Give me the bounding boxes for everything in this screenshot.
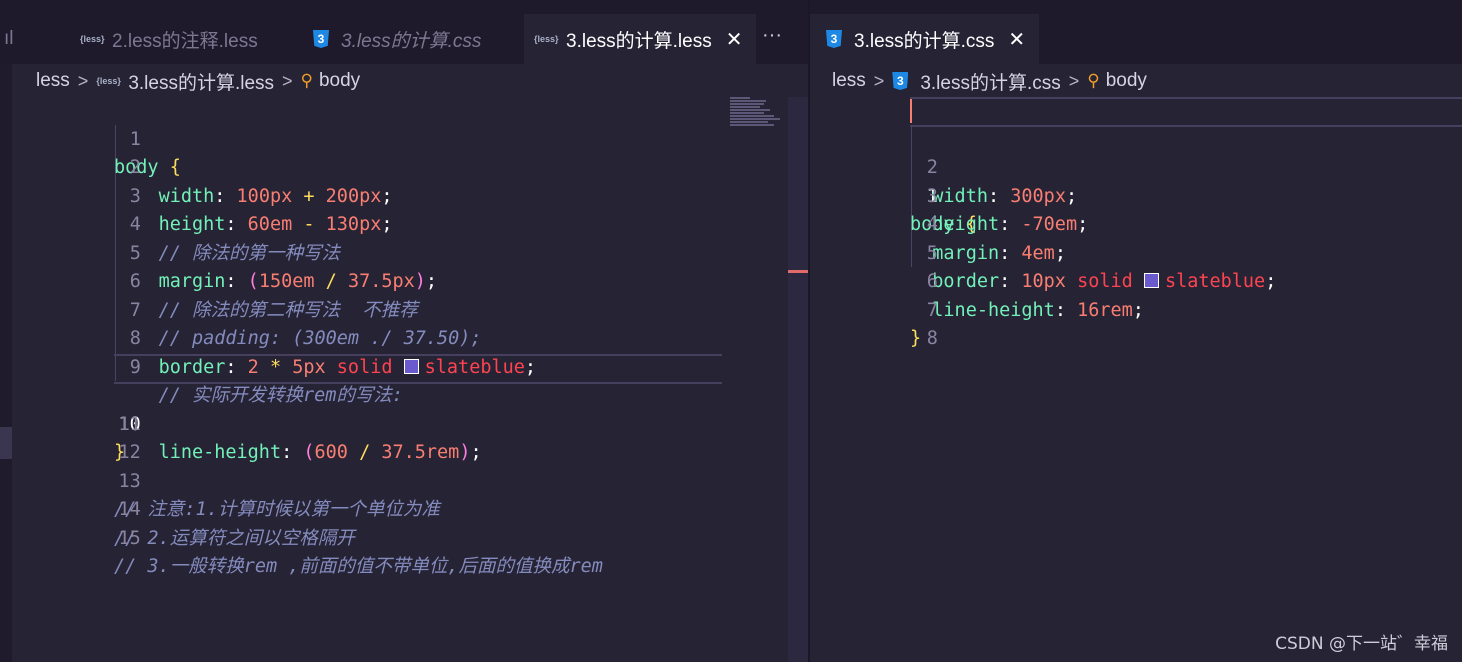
line-number: 8: [926, 328, 938, 349]
less-file-icon: {less}: [80, 34, 105, 44]
code-line-current: 10 line-height: (600 / 37.5rem);: [0, 353, 808, 463]
tab-3-less-calc-css-active[interactable]: 3 3.less的计算.css ✕: [810, 14, 1040, 64]
more-actions-icon[interactable]: ···: [762, 24, 782, 47]
less-file-icon: {less}: [534, 34, 559, 44]
chevron-right-icon: >: [77, 70, 89, 91]
code-editor-left[interactable]: 1 body { 2 width: 100px + 200px; 3 heigh…: [0, 97, 808, 578]
code-line: 9 // 实际开发转换rem的写法:: [0, 325, 808, 407]
right-tab-bar: 3 3.less的计算.css ✕: [810, 0, 1462, 64]
code-line: 8 border: 2 * 5px solid slateblue;: [0, 297, 808, 378]
current-line-highlight: [114, 353, 722, 384]
chevron-right-icon: >: [282, 70, 293, 91]
line-number: 15: [118, 527, 141, 549]
code-line: 4 // 除法的第一种写法: [0, 183, 808, 264]
breadcrumb-symbol[interactable]: body: [1106, 70, 1147, 92]
code-line: 14 // 2.运算符之间以空格隔开: [0, 468, 808, 549]
minimap[interactable]: [730, 97, 786, 133]
tab-3-less-calc-css[interactable]: 3 3.less的计算.css: [313, 14, 481, 64]
breadcrumb: less > 3 3.less的计算.css > ⚲ body: [832, 66, 1147, 96]
line-text: // 3.一般转换rem ,前面的值不带单位,后面的值换成rem: [114, 553, 603, 582]
code-line: 6 // 除法的第二种写法 不推荐: [0, 240, 808, 321]
css-file-icon: 3: [892, 72, 909, 90]
tab-2-less-comments[interactable]: {less} 2.less的注释.less: [80, 14, 258, 64]
code-line: 11 }: [0, 382, 808, 464]
code-line: 3 height: 60em - 130px;: [0, 154, 808, 236]
code-line: 8: [810, 297, 1462, 349]
right-editor-group: 3 3.less的计算.css ✕ less > 3 3.less的计算.css…: [810, 0, 1462, 662]
code-line: 5 margin: (150em / 37.5px);: [0, 211, 808, 293]
symbol-class-icon: ⚲: [1087, 71, 1100, 91]
tab-label: 3.less的计算.css: [341, 30, 482, 52]
scrollbar-marker: [788, 270, 808, 273]
code-line-current: 1 body {: [810, 97, 1462, 235]
tab-3-less-calc-less[interactable]: {less} 3.less的计算.less ✕: [524, 14, 757, 64]
code-line: 12: [0, 411, 808, 463]
code-line: 7 // padding: (300em ./ 37.50);: [0, 268, 808, 350]
breadcrumb-folder[interactable]: less: [36, 70, 70, 92]
code-line: 6 line-height: 16rem;: [810, 240, 1462, 321]
chevron-right-icon: >: [873, 70, 885, 91]
css-file-icon: 3: [826, 30, 842, 48]
breadcrumb: less > {less} 3.less的计算.less > ⚲ body: [36, 66, 360, 96]
breadcrumb-symbol[interactable]: body: [319, 70, 360, 92]
code-line: 1 body {: [0, 97, 808, 179]
code-line: 5 border: 10px solid slateblue;: [810, 211, 1462, 293]
current-line-highlight: [910, 97, 1462, 127]
vertical-scrollbar[interactable]: [788, 97, 808, 662]
tab-label: 2.less的注释.less: [112, 30, 258, 52]
comment: // 3.一般转换rem ,前面的值不带单位,后面的值换成rem: [114, 556, 603, 577]
left-editor-group: ıl {less} 2.less的注释.less 3 3.less的计算.css…: [0, 0, 808, 662]
breadcrumb-file[interactable]: 3.less的计算.less: [128, 68, 274, 95]
code-line: 13 // 注意:1.计算时候以第一个单位为准: [0, 439, 808, 521]
code-line: 3 height: -70em;: [810, 154, 1462, 236]
chevron-right-icon: >: [1068, 70, 1080, 91]
code-line: 4 margin: 4em;: [810, 183, 1462, 264]
line-text: // 2.运算符之间以空格隔开: [114, 525, 355, 554]
tab-label: 3.less的计算.css: [854, 30, 995, 52]
tab-fragment[interactable]: ıl: [4, 28, 18, 48]
symbol-class-icon: ⚲: [300, 71, 313, 91]
breadcrumb-folder[interactable]: less: [832, 70, 866, 92]
close-icon[interactable]: ✕: [1008, 27, 1025, 52]
text-cursor: [910, 99, 912, 123]
close-icon[interactable]: ✕: [726, 27, 743, 52]
watermark: CSDN @下一站゛幸福: [1275, 634, 1448, 654]
code-line: 15 // 3.一般转换rem ,前面的值不带单位,后面的值换成rem: [0, 496, 808, 578]
breadcrumb-file[interactable]: 3.less的计算.css: [920, 68, 1060, 95]
comment: // 2.运算符之间以空格隔开: [114, 527, 355, 549]
code-line: 2 width: 300px;: [810, 126, 1462, 207]
tab-label: 3.less的计算.less: [566, 30, 712, 52]
css-file-icon: 3: [313, 30, 329, 48]
code-line: 2 width: 100px + 200px;: [0, 126, 808, 207]
code-editor-right[interactable]: 1 body { 2 width: 300px; 3 height: -70em…: [810, 97, 1462, 350]
less-file-icon: {less}: [96, 76, 121, 86]
left-tab-bar: ıl {less} 2.less的注释.less 3 3.less的计算.css…: [0, 0, 808, 64]
code-line: 7 }: [810, 268, 1462, 350]
